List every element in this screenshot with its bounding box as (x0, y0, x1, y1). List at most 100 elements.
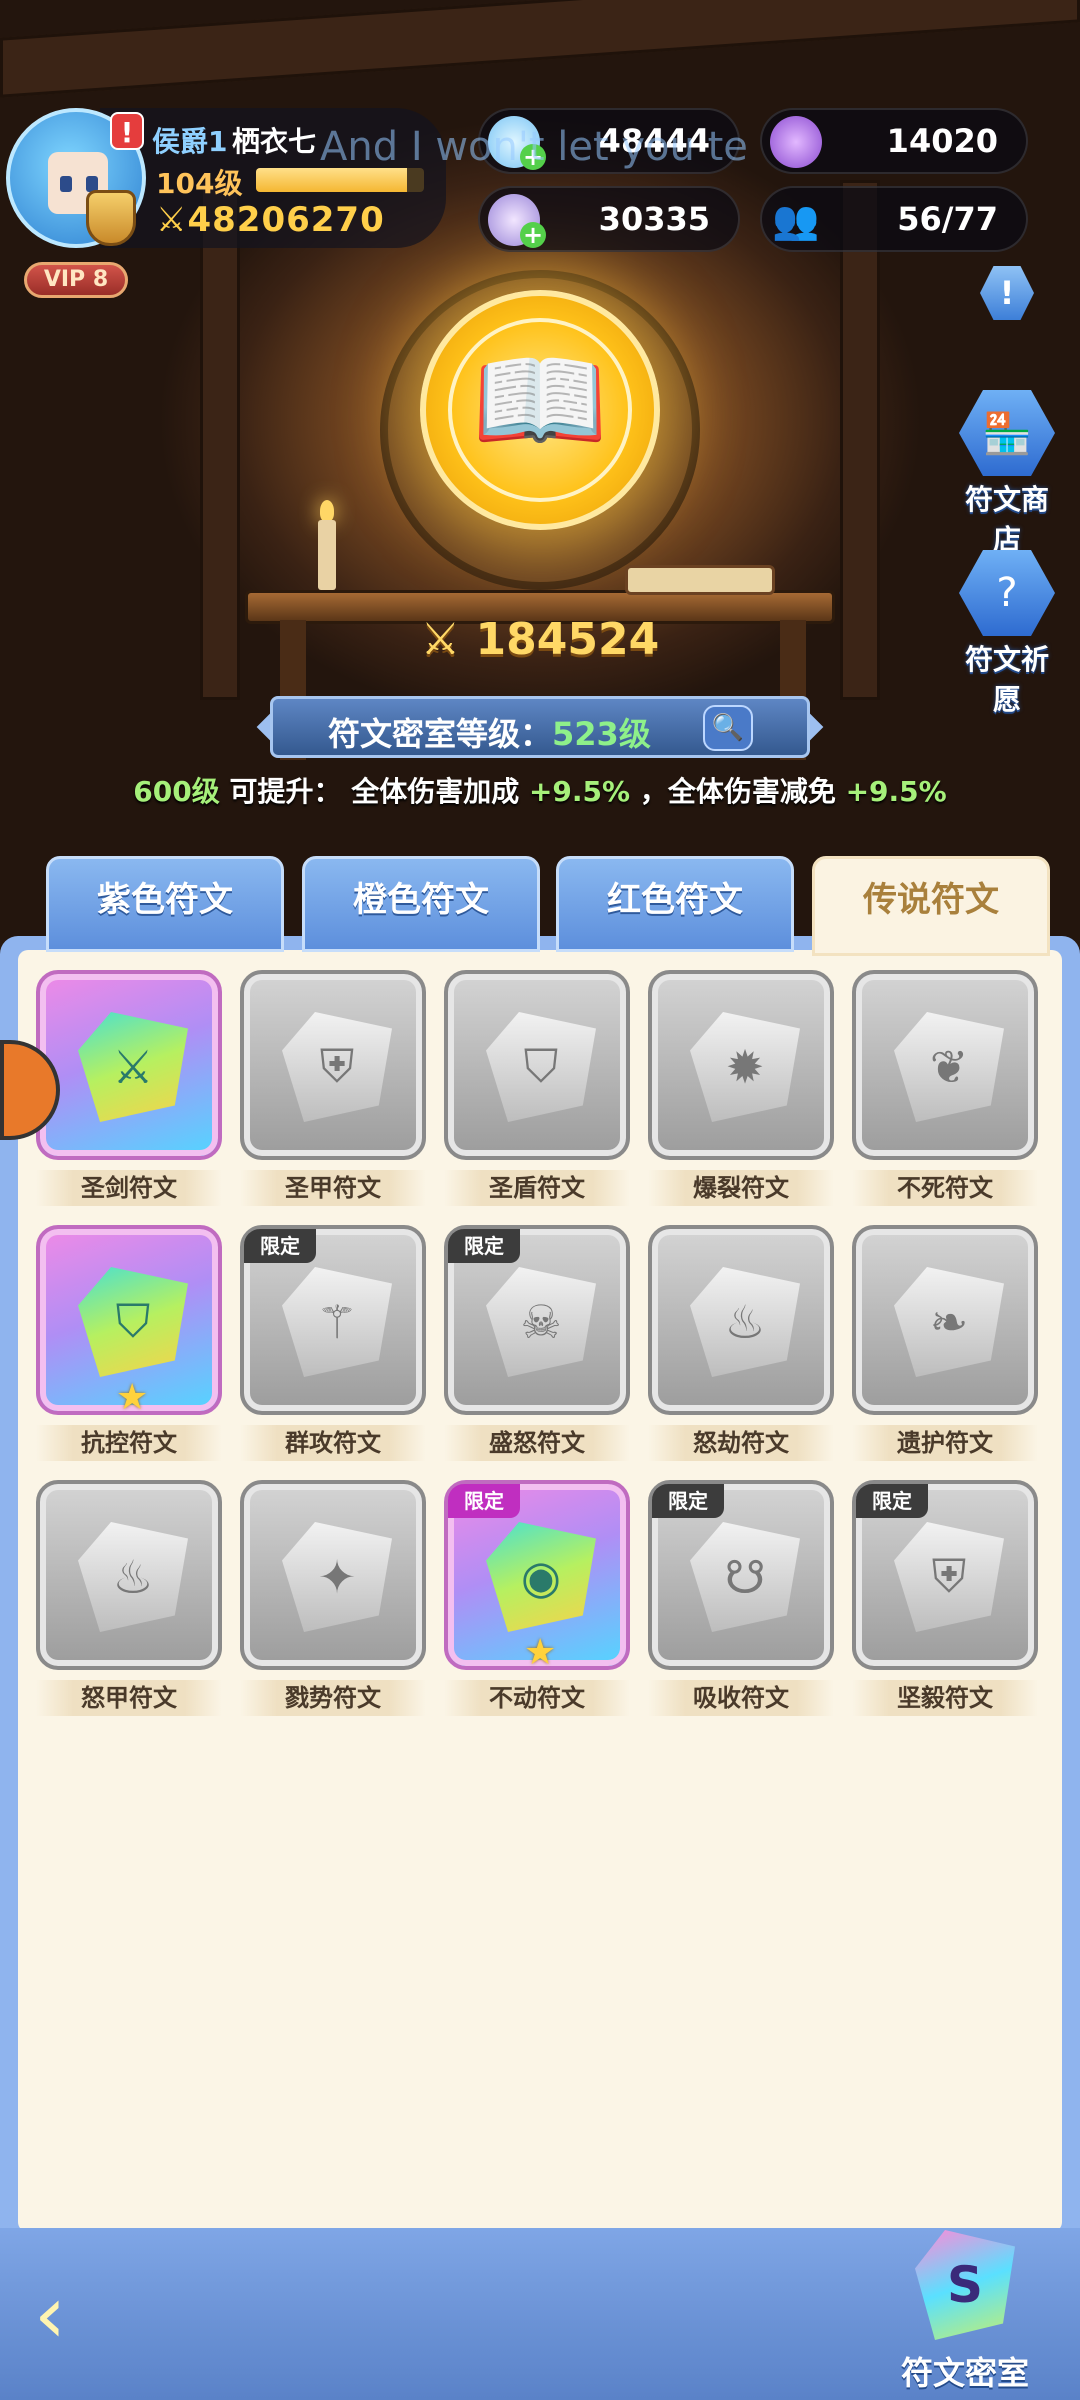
rune-tile[interactable]: ✹ (648, 970, 834, 1160)
rune-shop-label: 符文商店 (964, 483, 1049, 556)
limited-tag: 限定 (652, 1484, 724, 1518)
player-rank: 侯爵1 (152, 125, 228, 158)
rune-cell[interactable]: ⛨ 圣甲符文 (240, 970, 426, 1206)
limited-tag: 限定 (244, 1229, 316, 1263)
rune-cell[interactable]: ❧ 遗护符文 (852, 1225, 1038, 1461)
rune-cell[interactable]: ◉ 限定 ★ 不动符文 (444, 1480, 630, 1716)
gem-resource[interactable]: + 30335 (478, 186, 740, 252)
rune-cell[interactable]: ☋ 限定吸收符文 (648, 1480, 834, 1716)
rune-label: 坚毅符文 (852, 1680, 1038, 1716)
gem-value: 30335 (598, 200, 710, 238)
damage-bonus: +9.5% (528, 775, 631, 808)
rune-gem-icon: ♨ (78, 1522, 188, 1632)
chamber-power-value: 184524 (475, 614, 660, 665)
rune-tile[interactable]: ❧ (852, 1225, 1038, 1415)
book-flame-icon: 📖 (471, 336, 609, 464)
rune-gem-icon: ⛉ (78, 1267, 188, 1377)
roof-beam (0, 0, 1080, 98)
rune-cell[interactable]: ⛉ 圣盾符文 (444, 970, 630, 1206)
rune-label: 不死符文 (852, 1170, 1038, 1206)
rune-label: 圣甲符文 (240, 1170, 426, 1206)
rune-cell[interactable]: ☠ 限定 盛怒符文 (444, 1225, 630, 1461)
rune-tile[interactable]: ❦ (852, 970, 1038, 1160)
tab-purple-runes[interactable]: 紫色符文 (46, 856, 284, 952)
player-power-value: 48206270 (187, 200, 385, 240)
vip-badge[interactable]: VIP 8 (24, 262, 128, 298)
shop-icon: 🏪 (959, 390, 1055, 476)
lyric-overlay: And I won't let you te (320, 124, 748, 170)
rune-label: 圣剑符文 (36, 1170, 222, 1206)
upgrade-separator: ，全体伤害减免 (630, 775, 846, 808)
rune-cell[interactable]: ❦ 不死符文 (852, 970, 1038, 1206)
rune-tile[interactable]: ⛨ (240, 970, 426, 1160)
rune-tile[interactable]: ♨ (648, 1225, 834, 1415)
xp-bar (256, 168, 424, 192)
damage-reduction: +9.5% (845, 775, 947, 808)
friends-resource[interactable]: 👥 56/77 (760, 186, 1028, 252)
tab-orange-runes[interactable]: 橙色符文 (302, 856, 540, 952)
tab-legend-runes[interactable]: 传说符文 (812, 856, 1050, 956)
upgrade-level: 600级 (133, 775, 220, 808)
rune-gem-icon: ✦ (282, 1522, 392, 1632)
avatar-eye (60, 176, 72, 192)
rune-chamber-button[interactable]: S 符文密室 (880, 2230, 1050, 2394)
rune-label: 遗护符文 (852, 1425, 1038, 1461)
rune-shop-button[interactable]: 🏪 符文商店 (952, 390, 1062, 558)
add-gem-button[interactable]: + (520, 222, 546, 248)
rune-label: 不动符文 (444, 1680, 630, 1716)
rune-gem-icon: ◉ (486, 1522, 596, 1632)
rune-gem-icon: ✹ (690, 1012, 800, 1122)
rune-gem-icon: ❦ (894, 1012, 1004, 1122)
rune-gem-icon: ⛨ (282, 1012, 392, 1122)
tab-red-runes[interactable]: 红色符文 (556, 856, 794, 952)
back-arrow-icon[interactable]: ‹ (34, 2270, 124, 2360)
friends-value: 56/77 (897, 200, 998, 238)
rune-tile[interactable]: ⛉ ★ (36, 1225, 222, 1418)
rune-cell[interactable]: ⛉ ★ 抗控符文 (36, 1225, 222, 1461)
rune-tile[interactable]: ♨ (36, 1480, 222, 1670)
rune-label: 戮势符文 (240, 1680, 426, 1716)
magnifier-icon[interactable]: 🔍 (703, 705, 753, 751)
open-book (625, 565, 775, 595)
chamber-power: ⚔ 184524 (0, 614, 1080, 665)
rank-shield-icon (86, 190, 136, 246)
star-icon: ★ (524, 1632, 557, 1673)
rune-tile[interactable]: ⚔ (36, 970, 222, 1160)
rune-cell[interactable]: ⚔ 圣剑符文 (36, 970, 222, 1206)
candle (318, 520, 336, 590)
rune-gem-icon: ⚚ (282, 1267, 392, 1377)
rune-cell[interactable]: ✹ 爆裂符文 (648, 970, 834, 1206)
rune-tile[interactable]: ☋ 限定 (648, 1480, 834, 1670)
exclamation-icon[interactable]: ! (110, 112, 144, 150)
chamber-level-bar: 符文密室等级：523级 🔍 (270, 696, 810, 758)
rune-tile[interactable]: ⛉ (444, 970, 630, 1160)
rune-tile[interactable]: ✦ (240, 1480, 426, 1670)
rune-gem-icon: ❧ (894, 1267, 1004, 1377)
player-name: 栖衣七 (232, 125, 317, 158)
rune-tile[interactable]: ◉ 限定 ★ (444, 1480, 630, 1673)
rune-cell[interactable]: ⚚ 限定 群攻符文 (240, 1225, 426, 1461)
rune-cell[interactable]: ♨ 怒劫符文 (648, 1225, 834, 1461)
rune-label: 吸收符文 (648, 1680, 834, 1716)
rune-gem-icon: ☠ (486, 1267, 596, 1377)
purple-coin-value: 14020 (886, 122, 998, 160)
rune-cell[interactable]: ♨ 怒甲符文 (36, 1480, 222, 1716)
rune-cell[interactable]: ✦ 戮势符文 (240, 1480, 426, 1716)
upgrade-info: 600级 可提升： 全体伤害加成 +9.5% ，全体伤害减免 +9.5% (0, 770, 1080, 810)
rune-label: 圣盾符文 (444, 1170, 630, 1206)
limited-tag: 限定 (448, 1484, 520, 1518)
rune-gem-icon: ⛉ (486, 1012, 596, 1122)
rune-tile[interactable]: ⛨ 限定 (852, 1480, 1038, 1670)
purple-coin-icon (770, 116, 822, 168)
player-power: ⚔48206270 (156, 200, 385, 240)
rune-chamber-label: 符文密室 (900, 2354, 1029, 2392)
rune-cell[interactable]: ⛨ 限定坚毅符文 (852, 1480, 1038, 1716)
rune-gem-icon: ⛨ (894, 1522, 1004, 1632)
rune-tile[interactable]: ☠ 限定 (444, 1225, 630, 1415)
rune-tile[interactable]: ⚚ 限定 (240, 1225, 426, 1415)
rune-label: 爆裂符文 (648, 1170, 834, 1206)
purple-coin-resource[interactable]: 14020 (760, 108, 1028, 174)
upgrade-text: 可提升： 全体伤害加成 (219, 775, 529, 808)
friends-icon: 👥 (772, 198, 820, 242)
rune-medallion[interactable]: 📖 (420, 290, 660, 530)
